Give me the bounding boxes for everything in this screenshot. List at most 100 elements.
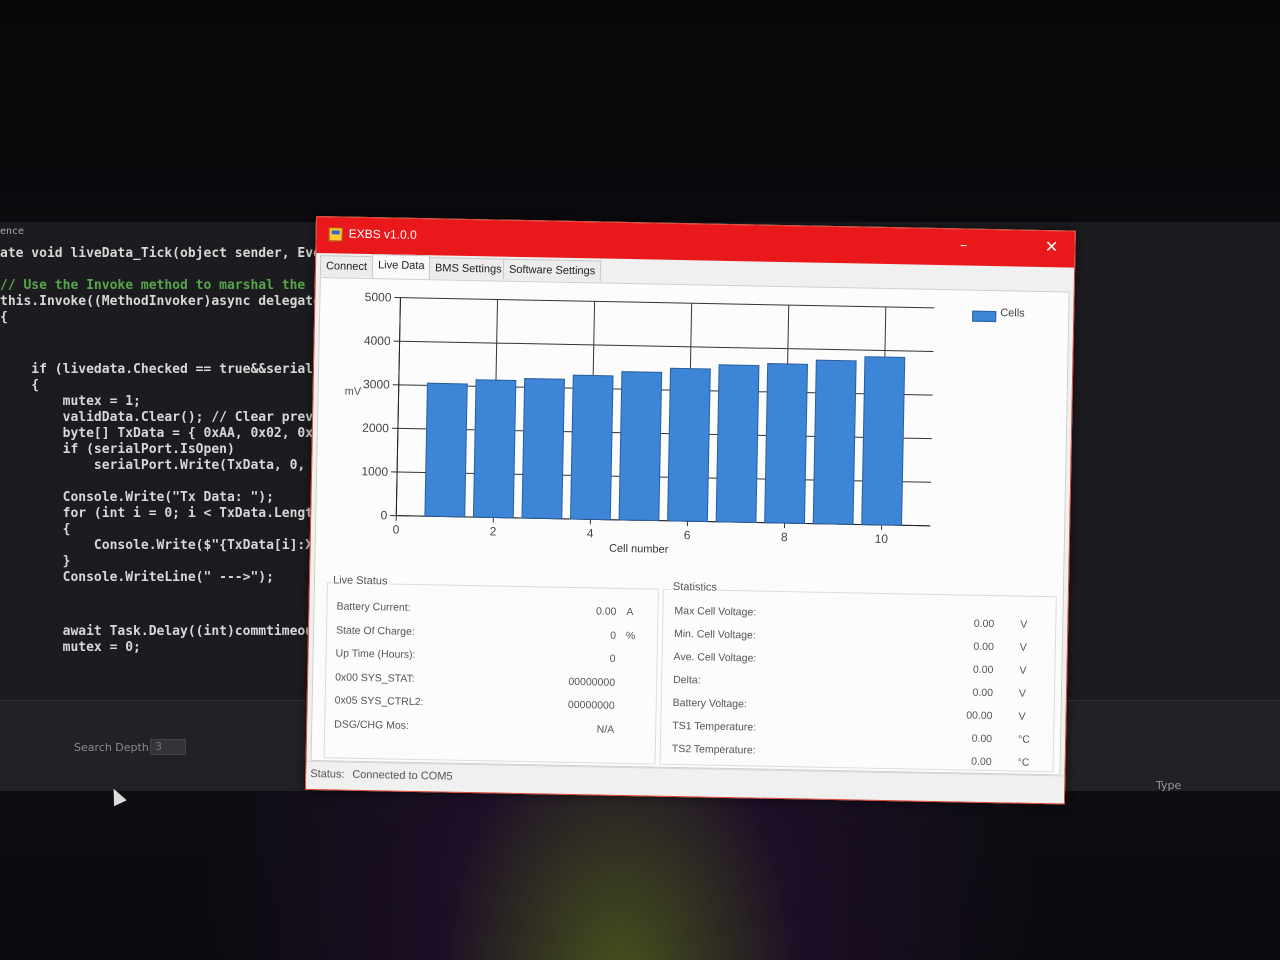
app-icon — [328, 227, 343, 242]
statistics-unit: V — [1019, 664, 1027, 677]
statistics-value: 00.00 — [966, 709, 993, 723]
code-line: { — [0, 378, 40, 393]
statistics-value: 0.00 — [973, 617, 995, 631]
code-line: // Use the Invoke method to marshal the … — [0, 278, 329, 293]
tab-live-data[interactable]: Live Data — [371, 254, 431, 280]
statistics-unit: V — [1020, 618, 1028, 631]
cell-bar — [424, 382, 468, 518]
statistics-value: 0.00 — [972, 663, 994, 677]
code-line: validData.Clear(); // Clear previo — [0, 410, 329, 425]
cell-bar — [472, 379, 517, 519]
y-tick-label: 1000 — [361, 464, 388, 479]
close-button[interactable]: ✕ — [1036, 237, 1066, 260]
code-line: Console.Write($"{TxData[i]:X2} — [0, 538, 329, 553]
statistics-label: Ave. Cell Voltage: — [673, 650, 757, 665]
y-tick-label: 3000 — [363, 377, 390, 392]
statistics-label: Delta: — [673, 673, 701, 687]
x-axis-label: Cell number — [609, 543, 669, 556]
live-status-value: 0 — [609, 652, 616, 665]
y-axis — [395, 297, 401, 516]
code-line: await Task.Delay((int)commtimeout. — [0, 624, 329, 639]
code-line: byte[] TxData = { 0xAA, 0x02, 0xBB — [0, 426, 329, 441]
live-status-label: State Of Charge: — [335, 623, 415, 638]
live-status-label: Battery Current: — [336, 600, 411, 614]
live-status-value: N/A — [596, 722, 615, 736]
live-status-label: 0x05 SYS_CTRL2: — [334, 694, 424, 709]
live-status-value: 0 — [610, 629, 617, 642]
x-tick-label: 2 — [490, 524, 497, 538]
code-line: { — [0, 522, 71, 537]
statistics-value: 0.00 — [971, 755, 992, 769]
live-status-value: 0.00 — [595, 605, 617, 618]
cell-bar — [618, 371, 663, 522]
statistics-label: Min. Cell Voltage: — [673, 627, 756, 642]
search-depth-label: Search Depth: — [74, 741, 153, 754]
legend-swatch-cells — [972, 310, 997, 323]
statistics-value: 0.00 — [973, 640, 994, 654]
legend-label-cells: Cells — [1000, 307, 1025, 320]
live-status-title: Live Status — [330, 574, 390, 588]
live-status-label: Up Time (Hours): — [335, 647, 416, 661]
cell-bar — [667, 367, 711, 523]
tab-bms-settings[interactable]: BMS Settings — [428, 257, 508, 280]
statistics-unit: V — [1018, 687, 1027, 700]
minimize-button[interactable]: – — [948, 237, 978, 258]
cells-bar-chart: 0 1000 2000 3000 4000 5000 0 2 4 6 8 10 mV Cell numbe… — [345, 290, 935, 556]
code-line: ate void liveData_Tick(object sender, Ev… — [0, 246, 329, 261]
cell-bar — [569, 374, 614, 521]
y-tick-label: 4000 — [364, 334, 391, 349]
live-status-unit: % — [625, 629, 636, 642]
cells-chart: 0 1000 2000 3000 4000 5000 0 2 4 6 8 10 mV Cell numbe… — [319, 282, 1064, 586]
statistics-unit: V — [1019, 641, 1027, 654]
status-value: Connected to COM5 — [352, 768, 453, 783]
code-line: mutex = 0; — [0, 640, 141, 655]
y-tick-label: 5000 — [365, 290, 392, 305]
x-tick-label: 10 — [875, 532, 889, 546]
x-tick-label: 6 — [684, 528, 691, 542]
statistics-unit: °C — [1017, 756, 1030, 769]
live-status-unit: A — [626, 606, 634, 619]
live-status-label: DSG/CHG Mos: — [334, 717, 410, 732]
cell-bar — [715, 364, 760, 524]
code-line: serialPort.Write(TxData, 0, Tx — [0, 458, 329, 473]
statistics-value: 0.00 — [972, 686, 994, 700]
cell-bar — [764, 363, 809, 524]
y-axis-label: mV — [345, 386, 362, 398]
tab-software-settings[interactable]: Software Settings — [502, 258, 602, 282]
search-depth-select[interactable]: 3 — [150, 739, 186, 755]
live-data-panel: 0 1000 2000 3000 4000 5000 0 2 4 6 8 10 mV Cell numbe… — [310, 277, 1070, 776]
statistics-unit: V — [1018, 710, 1026, 723]
code-line: { — [0, 310, 8, 325]
code-line: } — [0, 554, 71, 569]
cell-bar — [521, 378, 565, 520]
y-gridline — [394, 297, 935, 309]
editor-fragment: ence — [0, 226, 25, 237]
x-tick-label: 0 — [393, 523, 400, 537]
x-tick-label: 4 — [587, 526, 594, 540]
code-line: this.Invoke((MethodInvoker)async delegat… — [0, 294, 321, 309]
statistics-value: 0.00 — [971, 732, 993, 746]
statistics-label: Max Cell Voltage: — [674, 604, 757, 619]
statistics-label: TS1 Temperature: — [672, 719, 757, 734]
code-line: mutex = 1; — [0, 394, 141, 409]
y-gridline — [393, 340, 934, 352]
code-line: Console.Write("Tx Data: "); — [0, 490, 274, 505]
code-line: if (serialPort.IsOpen) — [0, 442, 235, 457]
statistics-label: TS2 Temperature: — [671, 742, 756, 757]
y-tick-label: 2000 — [362, 421, 389, 436]
live-status-label: 0x00 SYS_STAT: — [335, 670, 415, 685]
live-status-value: 00000000 — [568, 675, 616, 689]
status-label: Status: — [310, 767, 345, 781]
tab-connect[interactable]: Connect — [319, 255, 374, 278]
exbs-window[interactable]: EXBS v1.0.0 – ✕ Connect Live Data BMS Se… — [304, 216, 1076, 805]
type-column-header: Type — [1156, 779, 1182, 792]
code-line: Console.WriteLine(" --->"); — [0, 570, 274, 585]
statistics-unit: °C — [1017, 733, 1030, 746]
code-line: if (livedata.Checked == true&&serialPo — [0, 362, 329, 377]
code-line: for (int i = 0; i < TxData.Length; — [0, 506, 329, 521]
live-status-value: 00000000 — [567, 698, 615, 712]
statistics-label: Battery Voltage: — [672, 696, 747, 711]
cell-bar — [861, 356, 906, 526]
y-tick-label: 0 — [380, 508, 387, 522]
window-title: EXBS v1.0.0 — [348, 226, 417, 242]
